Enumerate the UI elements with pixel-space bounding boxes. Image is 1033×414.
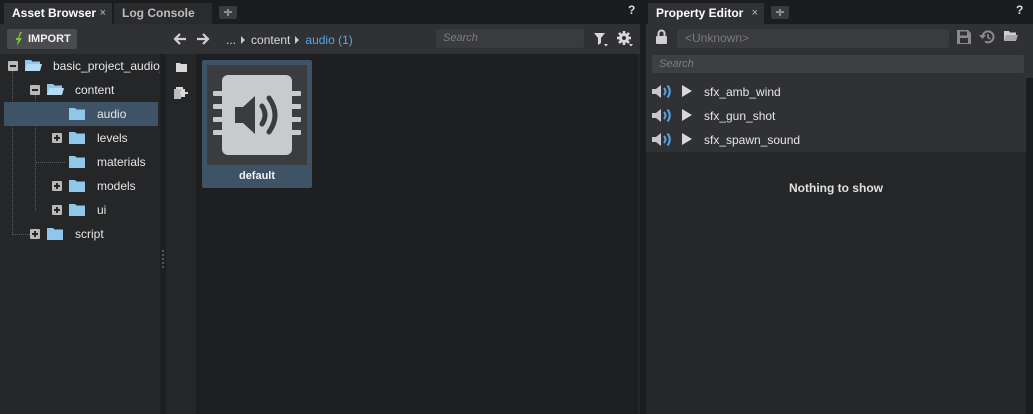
splitter-grip (162, 262, 164, 264)
new-folder-icon[interactable] (176, 63, 187, 72)
play-icon[interactable] (682, 85, 692, 97)
asset-grid: default (196, 54, 638, 414)
tree-item-label: audio (97, 107, 127, 121)
open-folder-icon[interactable] (1004, 31, 1018, 42)
history-icon[interactable] (979, 29, 996, 45)
tree-item-label: ui (97, 203, 107, 217)
empty-message: Nothing to show (789, 181, 883, 195)
splitter-grip (162, 258, 164, 260)
tree-item-label: content (75, 83, 115, 97)
tree-item-script[interactable]: script (4, 222, 158, 246)
property-search-row: Search (646, 52, 1033, 78)
asset-side-toolbar (166, 54, 196, 414)
lock-icon[interactable] (656, 29, 667, 44)
breadcrumb-item-audio[interactable]: audio (1) (305, 33, 352, 47)
folder-open-icon (25, 60, 42, 71)
asset-search-input[interactable]: Search (436, 29, 584, 48)
speaker-icon (652, 109, 671, 122)
tree-item-label: basic_project_audio_ (53, 59, 167, 73)
tree-item-content[interactable]: content (4, 78, 158, 102)
add-tab-icon[interactable] (219, 6, 237, 19)
tab-log-console-label: Log Console (122, 6, 195, 20)
tree-item-materials[interactable]: materials (4, 150, 158, 174)
list-item[interactable]: sfx_spawn_sound (646, 127, 1026, 151)
settings-gear-icon[interactable] (616, 30, 634, 48)
asset-tile-label: default (238, 170, 276, 182)
folder-open-icon (47, 84, 64, 95)
breadcrumb: ... content audio (1) (226, 32, 353, 47)
breadcrumb-separator-icon (241, 35, 246, 44)
tree-item-label: materials (97, 155, 146, 169)
expand-icon[interactable] (30, 229, 40, 239)
tree-item-label: script (75, 227, 104, 241)
back-arrow-icon[interactable] (173, 32, 187, 46)
play-icon[interactable] (682, 133, 692, 145)
close-icon[interactable]: × (752, 3, 758, 24)
breadcrumb-ellipsis[interactable]: ... (226, 33, 236, 47)
import-icon (16, 32, 22, 46)
tab-property-editor[interactable]: Property Editor × (648, 3, 764, 24)
list-item[interactable]: sfx_gun_shot (646, 103, 1026, 127)
asset-browser-tabbar: Asset Browser × Log Console ? (0, 0, 640, 24)
property-editor-panel: Property Editor × ? <Unknown> Search sfx… (646, 0, 1033, 414)
expand-icon[interactable] (52, 181, 62, 191)
splitter-grip (162, 250, 164, 252)
splitter-grip (162, 266, 164, 268)
breadcrumb-separator-icon (295, 35, 300, 44)
asset-thumbnail (207, 65, 307, 165)
property-details: Nothing to show (646, 152, 1026, 414)
collapse-icon[interactable] (8, 61, 18, 71)
tree-item-audio[interactable]: audio (4, 102, 158, 126)
tree-item-levels[interactable]: levels (4, 126, 158, 150)
speaker-icon (652, 133, 671, 146)
folder-icon (69, 108, 85, 120)
breadcrumb-item-content[interactable]: content (251, 33, 290, 47)
speaker-icon (652, 85, 671, 98)
property-search-input[interactable]: Search (652, 55, 1024, 73)
expand-icon[interactable] (52, 133, 62, 143)
asset-tile-default[interactable]: default (202, 60, 312, 188)
sound-item-label: sfx_amb_wind (704, 85, 781, 99)
sound-item-label: sfx_gun_shot (704, 109, 776, 123)
sound-bank-icon (213, 75, 301, 155)
tree-item-models[interactable]: models (4, 174, 158, 198)
import-button[interactable]: IMPORT (7, 29, 77, 49)
asset-browser-panel: Asset Browser × Log Console ? IMPORT ...… (0, 0, 640, 414)
play-icon[interactable] (682, 109, 692, 121)
sound-item-label: sfx_spawn_sound (704, 133, 801, 147)
splitter-grip (162, 254, 164, 256)
import-label: IMPORT (28, 33, 71, 45)
tree-item-basic-project[interactable]: basic_project_audio_ (4, 54, 166, 78)
add-asset-icon[interactable] (174, 85, 188, 99)
tab-asset-browser[interactable]: Asset Browser × (4, 3, 112, 24)
sound-list: sfx_amb_wind sfx_gun_shot sfx_spawn_soun (646, 78, 1026, 152)
help-icon[interactable]: ? (1016, 3, 1023, 17)
filter-icon[interactable] (593, 32, 609, 47)
help-icon[interactable]: ? (628, 3, 635, 17)
folder-tree: basic_project_audio_ content audio level… (4, 54, 166, 414)
tree-item-label: models (97, 179, 136, 193)
asset-browser-toolbar: IMPORT ... content audio (1) Search (0, 24, 640, 54)
tab-asset-browser-label: Asset Browser (12, 6, 97, 20)
tab-log-console[interactable]: Log Console (114, 3, 212, 24)
add-tab-icon[interactable] (771, 6, 789, 19)
object-field[interactable]: <Unknown> (677, 29, 949, 48)
expand-icon[interactable] (52, 205, 62, 215)
scrollbar-track[interactable] (1026, 78, 1033, 414)
property-editor-toolbar: <Unknown> (646, 24, 1033, 52)
folder-icon (69, 180, 85, 192)
save-icon[interactable] (957, 30, 971, 44)
list-item[interactable]: sfx_amb_wind (646, 79, 1026, 103)
tree-item-ui[interactable]: ui (4, 198, 158, 222)
property-editor-tabbar: Property Editor × ? (646, 0, 1033, 24)
collapse-icon[interactable] (30, 85, 40, 95)
folder-icon (69, 132, 85, 144)
tree-item-label: levels (97, 131, 128, 145)
folder-icon (69, 204, 85, 216)
tab-property-editor-label: Property Editor (656, 6, 744, 20)
folder-icon (69, 156, 85, 168)
close-icon[interactable]: × (100, 3, 106, 24)
folder-icon (47, 228, 63, 240)
forward-arrow-icon[interactable] (196, 32, 210, 46)
